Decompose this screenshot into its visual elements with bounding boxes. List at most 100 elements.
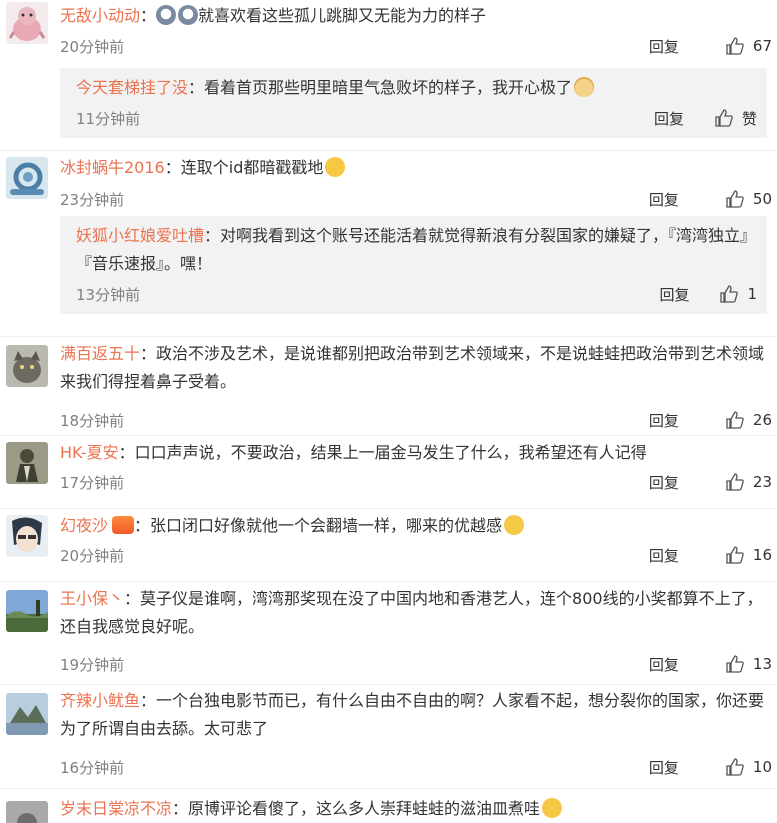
comment-text: 满百返五十：政治不涉及艺术，是说谁都别把政治带到艺术领域来，不是说蛙蛙把政治带到… — [60, 344, 765, 391]
thumbs-up-icon — [726, 473, 744, 491]
username[interactable]: 冰封蜗牛2016 — [60, 158, 165, 177]
like-button[interactable]: 13 — [725, 654, 772, 674]
thumbs-up-icon — [720, 285, 739, 303]
member-badge-icon — [112, 516, 135, 534]
comment-text: 王小保丶：莫子仪是谁啊，湾湾那奖现在没了中国内地和香港艺人，连个800线的小奖都… — [60, 589, 763, 636]
comment-meta: 20分钟前 回复 16 — [60, 541, 772, 569]
timestamp: 13分钟前 — [76, 285, 141, 304]
like-count: 1 — [747, 285, 757, 303]
username[interactable]: 齐辣小鱿鱼 — [60, 691, 140, 710]
reply-button[interactable]: 回复 — [649, 189, 679, 210]
like-button[interactable]: 50 — [725, 189, 772, 209]
username[interactable]: HK-夏安 — [60, 443, 119, 462]
like-count: 16 — [752, 546, 772, 564]
reply-button[interactable]: 回复 — [649, 36, 679, 57]
like-count: 赞 — [741, 109, 757, 128]
like-count: 26 — [752, 411, 772, 429]
timestamp: 18分钟前 — [60, 411, 125, 430]
comment-meta: 17分钟前 回复 23 — [60, 468, 772, 496]
crying-face-emoji — [156, 5, 177, 25]
avatar[interactable] — [6, 801, 48, 823]
reply-button[interactable]: 回复 — [659, 284, 689, 305]
comment-meta: 23分钟前 回复 50 — [60, 185, 772, 213]
reply-button[interactable]: 回复 — [654, 108, 684, 129]
like-button[interactable]: 10 — [725, 757, 772, 777]
thumbs-up-icon — [726, 37, 744, 55]
comment-item: 满百返五十：政治不涉及艺术，是说谁都别把政治带到艺术领域来，不是说蛙蛙把政治带到… — [0, 337, 777, 436]
username[interactable]: 今天套梯挂了没 — [76, 78, 188, 97]
reply-button[interactable]: 回复 — [649, 472, 679, 493]
thumbs-up-icon — [726, 190, 744, 208]
comment-item: 王小保丶：莫子仪是谁啊，湾湾那奖现在没了中国内地和香港艺人，连个800线的小奖都… — [0, 582, 777, 685]
username[interactable]: 幻夜沙 — [60, 516, 108, 535]
timestamp: 19分钟前 — [60, 655, 125, 674]
username[interactable]: 妖狐小红娘爱吐槽 — [76, 226, 204, 245]
comment-meta: 16分钟前 回复 10 — [60, 753, 772, 781]
sub-comment-text: 今天套梯挂了没：看着首页那些明里暗里气急败坏的样子，我开心极了 — [76, 74, 767, 102]
avatar[interactable] — [6, 590, 48, 632]
sub-comment-meta: 13分钟前 回复 1 — [76, 280, 767, 308]
comment-item: 岁末日棠凉不凉：原博评论看傻了，这么多人崇拜蛙蛙的滋油皿煮哇 — [0, 789, 777, 823]
comment-meta: 18分钟前 回复 26 — [60, 406, 772, 434]
comment-item: 无敌小动动： 就喜欢看这些孤儿跳脚又无能为力的样子 20分钟前 回复 67 今天套… — [0, 0, 777, 151]
comment-item: HK-夏安：口口声声说，不要政治，结果上一届金马发生了什么，我希望还有人记得 1… — [0, 436, 777, 509]
thumbs-up-icon — [726, 546, 744, 564]
username[interactable]: 王小保丶 — [60, 589, 124, 608]
username[interactable]: 无敌小动动 — [60, 6, 140, 25]
shushing-face-emoji — [542, 798, 563, 818]
username[interactable]: 满百返五十 — [60, 344, 140, 363]
avatar[interactable] — [6, 693, 48, 735]
timestamp: 20分钟前 — [60, 546, 125, 565]
like-count: 67 — [752, 37, 772, 55]
comment-item: 齐辣小鱿鱼：一个台独电影节而已，有什么自由不自由的啊？人家看不起，想分裂你的国家… — [0, 685, 777, 789]
avatar[interactable] — [6, 157, 48, 199]
avatar[interactable] — [6, 345, 48, 387]
thumbs-up-icon — [726, 411, 744, 429]
username[interactable]: 岁末日棠凉不凉 — [60, 799, 172, 818]
thumbs-up-icon — [715, 109, 733, 127]
like-button[interactable]: 67 — [725, 36, 772, 56]
like-button[interactable]: 16 — [725, 545, 772, 565]
timestamp: 16分钟前 — [60, 758, 125, 777]
like-count: 13 — [752, 655, 772, 673]
reply-button[interactable]: 回复 — [649, 654, 679, 675]
comment-item: 幻夜沙 ：张口闭口好像就他一个会翻墙一样，哪来的优越感 20分钟前 回复 16 — [0, 509, 777, 582]
comment-meta: 19分钟前 回复 13 — [60, 650, 772, 678]
comment-text: 冰封蜗牛2016：连取个id都暗戳戳地 — [60, 154, 772, 182]
avatar[interactable] — [6, 515, 48, 557]
sub-comment: 今天套梯挂了没：看着首页那些明里暗里气急败坏的样子，我开心极了 11分钟前 回复… — [60, 68, 767, 138]
timestamp: 11分钟前 — [76, 109, 141, 128]
sub-comment-meta: 11分钟前 回复 赞 — [76, 104, 767, 132]
like-count: 23 — [752, 473, 772, 491]
comment-item: 冰封蜗牛2016：连取个id都暗戳戳地 23分钟前 回复 50 妖狐小红娘爱吐槽… — [0, 151, 777, 337]
doge-emoji — [574, 77, 595, 97]
like-button[interactable]: 26 — [725, 410, 772, 430]
reply-button[interactable]: 回复 — [649, 410, 679, 431]
reply-button[interactable]: 回复 — [649, 757, 679, 778]
timestamp: 17分钟前 — [60, 473, 125, 492]
like-button[interactable]: 1 — [719, 284, 757, 304]
comment-text: 岁末日棠凉不凉：原博评论看傻了，这么多人崇拜蛙蛙的滋油皿煮哇 — [60, 795, 772, 823]
comment-text: 幻夜沙 ：张口闭口好像就他一个会翻墙一样，哪来的优越感 — [60, 512, 772, 540]
thumbs-up-icon — [726, 758, 744, 776]
upside-down-face-emoji — [504, 515, 525, 535]
crying-face-emoji — [178, 5, 199, 25]
reply-button[interactable]: 回复 — [649, 545, 679, 566]
timestamp: 23分钟前 — [60, 190, 125, 209]
avatar[interactable] — [6, 442, 48, 484]
like-button[interactable]: 23 — [725, 472, 772, 492]
comment-text: 齐辣小鱿鱼：一个台独电影节而已，有什么自由不自由的啊？人家看不起，想分裂你的国家… — [60, 691, 765, 738]
comment-meta: 20分钟前 回复 67 — [60, 32, 772, 60]
comment-feed: 无敌小动动： 就喜欢看这些孤儿跳脚又无能为力的样子 20分钟前 回复 67 今天套… — [0, 0, 777, 823]
thumbs-up-icon — [726, 655, 744, 673]
like-count: 10 — [752, 758, 772, 776]
shy-face-emoji — [325, 157, 346, 177]
timestamp: 20分钟前 — [60, 37, 125, 56]
comment-text: 无敌小动动： 就喜欢看这些孤儿跳脚又无能为力的样子 — [60, 5, 487, 25]
like-button[interactable]: 赞 — [714, 108, 757, 129]
like-count: 50 — [752, 190, 772, 208]
sub-comment: 妖狐小红娘爱吐槽：对啊我看到这个账号还能活着就觉得新浪有分裂国家的嫌疑了，『湾湾… — [60, 216, 767, 314]
sub-comment-text: 妖狐小红娘爱吐槽：对啊我看到这个账号还能活着就觉得新浪有分裂国家的嫌疑了，『湾湾… — [76, 226, 757, 273]
comment-text: HK-夏安：口口声声说，不要政治，结果上一届金马发生了什么，我希望还有人记得 — [60, 443, 647, 462]
avatar[interactable] — [6, 2, 48, 44]
